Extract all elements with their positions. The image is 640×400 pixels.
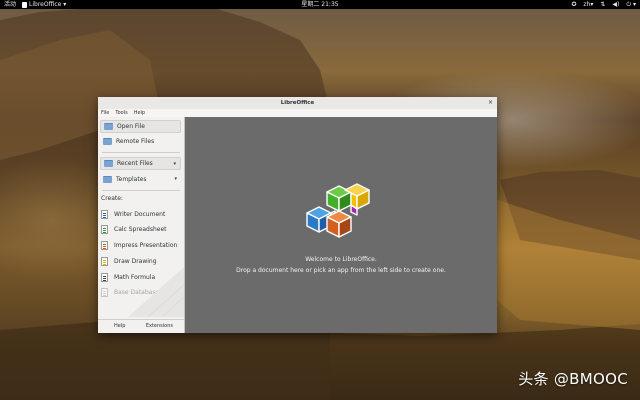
activities-button[interactable]: 活动 [4, 0, 16, 9]
clock[interactable]: 星期二 21:35 [301, 1, 338, 8]
menu-bar: File Tools Help [98, 109, 497, 117]
accessibility-icon[interactable]: ✪ [571, 0, 576, 9]
help-button[interactable]: Help [114, 320, 125, 333]
app-menu-label: LibreOffice [29, 1, 62, 8]
draw-drawing-label: Draw Drawing [114, 257, 157, 265]
recent-folder-icon [104, 160, 113, 167]
base-icon [101, 287, 108, 297]
menu-tools[interactable]: Tools [112, 109, 130, 117]
remote-files-button[interactable]: Remote Files [100, 135, 181, 148]
open-file-label: Open File [117, 123, 145, 130]
power-icon[interactable]: ⏻ ▾ [626, 0, 636, 9]
extensions-button[interactable]: Extensions [146, 320, 173, 333]
impress-presentation-label: Impress Presentation [114, 241, 178, 249]
draw-icon [101, 256, 108, 266]
app-menu-button[interactable]: LibreOffice ▾ [22, 0, 66, 9]
writer-document-button[interactable]: Writer Document [101, 208, 165, 220]
sidebar-watermark-graphic [128, 267, 184, 317]
templates-button[interactable]: Templates ▾ [100, 173, 181, 186]
calc-spreadsheet-label: Calc Spreadsheet [114, 225, 167, 233]
create-heading: Create: [101, 195, 123, 202]
draw-drawing-button[interactable]: Draw Drawing [101, 255, 157, 267]
watermark-text: 头条 @BMOOC [518, 370, 628, 388]
open-file-button[interactable]: Open File [100, 120, 181, 133]
top-bar: 活动 LibreOffice ▾ 星期二 21:35 ✪ zh▾ ⇅ ◀) ⏻ … [0, 0, 640, 9]
calc-spreadsheet-button[interactable]: Calc Spreadsheet [101, 223, 167, 235]
libreoffice-app-icon [22, 1, 27, 8]
menu-file[interactable]: File [98, 109, 112, 117]
chevron-down-icon: ▾ [632, 1, 636, 8]
writer-document-label: Writer Document [114, 210, 166, 218]
templates-label: Templates [116, 176, 147, 183]
chevron-down-icon[interactable]: ▾ [173, 158, 176, 170]
calc-icon [101, 224, 108, 234]
chevron-down-icon: ▾ [63, 1, 67, 8]
volume-icon[interactable]: ◀) [612, 0, 619, 9]
sidebar-divider [102, 190, 180, 191]
impress-icon [101, 240, 108, 250]
templates-folder-icon [103, 176, 112, 183]
sidebar-divider [102, 152, 180, 153]
writer-icon [101, 209, 108, 219]
drop-hint-message: Drop a document here or pick an app from… [236, 267, 446, 274]
folder-icon [104, 123, 113, 130]
math-icon [101, 272, 108, 282]
window-title: LibreOffice [280, 100, 315, 106]
main-drop-area[interactable]: Welcome to LibreOffice. Drop a document … [185, 117, 497, 333]
recent-files-button[interactable]: Recent Files ▾ [100, 157, 181, 170]
system-tray: ✪ zh▾ ⇅ ◀) ⏻ ▾ [571, 0, 636, 9]
clock-container: 星期二 21:35 [0, 0, 640, 9]
sidebar-footer: Help Extensions [98, 319, 184, 333]
start-center-sidebar: Open File Remote Files Recent Files ▾ Te… [98, 117, 185, 333]
recent-files-label: Recent Files [117, 160, 153, 167]
remote-folder-icon [103, 138, 112, 145]
menu-help[interactable]: Help [131, 109, 148, 117]
close-window-button[interactable]: × [488, 97, 493, 109]
network-icon[interactable]: ⇅ [600, 0, 605, 9]
libreoffice-logo [306, 183, 370, 238]
chevron-down-icon[interactable]: ▾ [174, 173, 177, 185]
libreoffice-start-center-window: LibreOffice × File Tools Help Open File Re… [98, 97, 497, 333]
input-method-indicator[interactable]: zh▾ [583, 0, 593, 9]
remote-files-label: Remote Files [116, 138, 155, 145]
chevron-down-icon: ▾ [590, 1, 594, 8]
impress-presentation-button[interactable]: Impress Presentation [101, 239, 177, 251]
welcome-message: Welcome to LibreOffice. [305, 256, 377, 263]
